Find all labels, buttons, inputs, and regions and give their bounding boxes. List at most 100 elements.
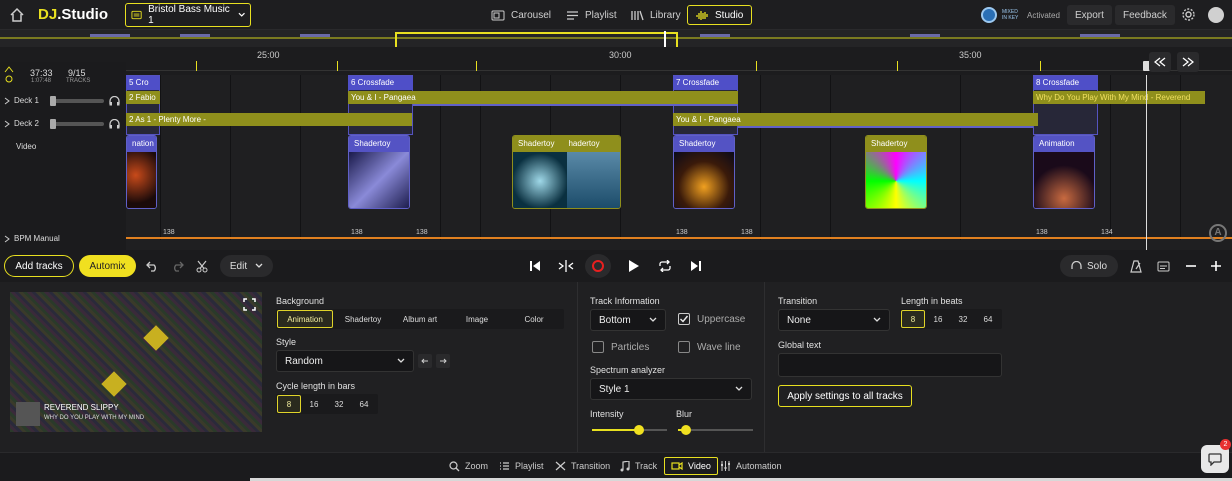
cycle-option[interactable]: 64 [352,395,376,413]
tab-playlist[interactable]: Playlist [493,457,550,475]
tab-video[interactable]: Video [664,457,718,475]
deck1-track[interactable]: Why Do You Play With My Mind - Reverend [1033,91,1205,104]
video-clip[interactable]: nation [126,135,157,209]
nav-library[interactable]: Library [622,5,689,25]
background-option-animation[interactable]: Animation [277,310,333,328]
skip-forward-button[interactable] [1177,52,1199,72]
loop-button[interactable] [655,257,675,275]
deck2-row[interactable]: Deck 2 [4,119,39,128]
length-option[interactable]: 16 [926,310,950,328]
spectrum-dropdown[interactable]: Style 1 [590,378,752,400]
deck1-row[interactable]: Deck 1 [4,96,39,105]
video-clip[interactable]: Shadertoy [348,135,410,209]
next-button[interactable] [686,257,706,275]
deck2-volume-slider[interactable] [50,119,104,129]
style-dropdown[interactable]: Random [276,350,414,372]
redo-button[interactable] [167,257,187,275]
chat-button[interactable]: 2 [1201,439,1231,473]
export-button[interactable]: Export [1067,5,1112,25]
project-selector[interactable]: Bristol Bass Music 1 [125,3,251,27]
avatar[interactable] [1208,7,1224,23]
video-clip[interactable]: Shadertoy hadertoy [512,135,621,209]
add-tracks-button[interactable]: Add tracks [4,255,74,277]
length-segmented: 8 16 32 64 [900,309,1002,329]
zoom-out-button[interactable] [1181,257,1201,275]
apply-all-button[interactable]: Apply settings to all tracks [778,385,912,407]
nav-playlist[interactable]: Playlist [558,5,625,25]
edit-menu[interactable]: Edit [220,255,273,277]
playhead[interactable] [1146,75,1147,250]
transition-dropdown[interactable]: None [778,309,890,331]
tab-automation[interactable]: Automation [714,457,788,475]
cycle-option[interactable]: 16 [302,395,326,413]
zoom-in-button[interactable] [1206,257,1226,275]
deck2-track[interactable]: You & I - Pangaea [673,113,1038,126]
uppercase-checkbox[interactable] [678,313,690,325]
transition-label[interactable]: 6 Crossfade [348,76,413,90]
overview-segment [90,34,130,37]
metronome-button[interactable] [1126,257,1146,275]
solo-button[interactable]: Solo [1060,255,1118,277]
previous-button[interactable] [525,257,545,275]
style-prev-button[interactable] [418,354,432,368]
video-clip[interactable]: Shadertoy [865,135,927,209]
background-option-shadertoy[interactable]: Shadertoy [335,310,391,328]
feedback-button[interactable]: Feedback [1115,5,1175,25]
tab-transition[interactable]: Transition [549,457,616,475]
background-segmented: Animation Shadertoy Album art Image Colo… [276,309,564,329]
intensity-knob[interactable] [634,425,644,435]
tab-track[interactable]: Track [614,457,663,475]
home-icon[interactable] [9,7,25,23]
style-next-button[interactable] [436,354,450,368]
automix-button[interactable]: Automix [79,255,136,277]
global-text-input[interactable] [778,353,1002,377]
waveline-checkbox[interactable] [678,341,690,353]
subtitles-button[interactable] [1153,257,1173,275]
sync-button[interactable] [556,257,576,275]
timeline[interactable]: 5 Cro 6 Crossfade 7 Crossfade 8 Crossfad… [0,61,1232,250]
background-option-image[interactable]: Image [449,310,505,328]
video-clip[interactable]: Animation [1033,135,1095,209]
deck2-track[interactable]: 2 As 1 - Plenty More - [126,113,412,126]
nav-studio[interactable]: Studio [687,5,753,25]
record-button[interactable] [585,254,611,278]
key-lock-icon[interactable]: A [1209,224,1227,242]
blur-knob[interactable] [681,425,691,435]
particles-checkbox[interactable] [592,341,604,353]
deck1-track[interactable]: 2 Fabio [126,91,160,104]
blur-slider[interactable] [678,425,753,435]
tab-zoom[interactable]: Zoom [443,457,494,475]
particles-label: Particles [611,342,650,353]
headphones-icon[interactable] [109,95,120,109]
ruler-tick [1040,61,1041,71]
timeline-overview[interactable] [0,30,1232,49]
headphones-icon[interactable] [109,118,120,132]
deck1-volume-slider[interactable] [50,96,104,106]
transition-label[interactable]: 5 Cro [126,76,160,90]
cycle-option[interactable]: 8 [277,395,301,413]
time-ruler[interactable]: 25:00 30:00 35:00 [0,47,1232,75]
gear-icon[interactable] [1181,7,1196,25]
length-option[interactable]: 32 [951,310,975,328]
length-option[interactable]: 64 [976,310,1000,328]
video-clip[interactable]: Shadertoy [673,135,735,209]
track-info-dropdown[interactable]: Bottom [590,309,666,331]
deck1-track[interactable]: You & I - Pangaea [348,91,738,104]
background-option-color[interactable]: Color [506,310,562,328]
loop-icon [659,260,671,272]
play-button[interactable] [624,257,644,275]
undo-button[interactable] [142,257,162,275]
cut-button[interactable] [192,257,212,275]
cycle-option[interactable]: 32 [327,395,351,413]
length-option[interactable]: 8 [901,310,925,328]
transition-value: None [787,314,811,326]
video-preview[interactable]: REVEREND SLIPPY WHY DO YOU PLAY WITH MY … [10,292,262,432]
nav-carousel[interactable]: Carousel [483,5,559,25]
intensity-slider[interactable] [592,425,667,435]
skip-back-button[interactable] [1149,52,1171,72]
bpm-row[interactable]: BPM Manual [4,234,60,243]
transition-label[interactable]: 7 Crossfade [673,76,738,90]
transition-label[interactable]: 8 Crossfade [1033,76,1098,90]
background-option-album-art[interactable]: Album art [392,310,448,328]
fullscreen-icon[interactable] [243,298,256,314]
